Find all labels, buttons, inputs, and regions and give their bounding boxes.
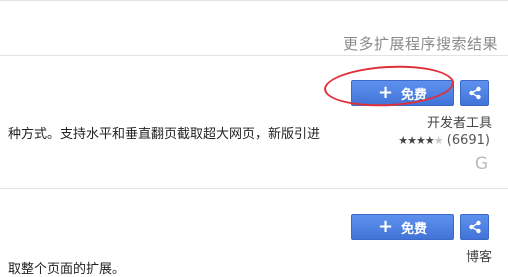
more-extensions-search-results-link[interactable]: 更多扩展程序搜索结果 bbox=[343, 33, 498, 54]
extension-description: 取整个页面的扩展。 bbox=[8, 262, 126, 277]
free-label: 免费 bbox=[401, 221, 428, 237]
item-divider bbox=[0, 188, 508, 189]
category-label: 开发者工具 bbox=[426, 116, 492, 131]
category-label: 博客 bbox=[465, 250, 492, 265]
add-free-button[interactable]: + 免费 bbox=[351, 214, 454, 240]
share-icon bbox=[468, 220, 481, 234]
rating-count: (6691) bbox=[446, 133, 490, 148]
rating: ★★★★★ (6691) bbox=[398, 133, 490, 148]
share-button[interactable] bbox=[460, 80, 489, 106]
top-divider bbox=[0, 0, 508, 1]
share-icon bbox=[468, 86, 481, 100]
star-rating: ★★★★★ bbox=[398, 134, 443, 147]
extension-description: 种方式。支持水平和垂直翻页截取超大网页，新版引进 bbox=[8, 127, 321, 142]
free-label: 免费 bbox=[401, 87, 428, 103]
add-free-button[interactable]: + 免费 bbox=[351, 80, 454, 106]
plus-icon: + bbox=[377, 82, 394, 103]
share-button[interactable] bbox=[460, 214, 489, 240]
plus-icon: + bbox=[377, 216, 394, 237]
section-divider bbox=[0, 55, 508, 56]
google-badge: G bbox=[474, 154, 488, 174]
